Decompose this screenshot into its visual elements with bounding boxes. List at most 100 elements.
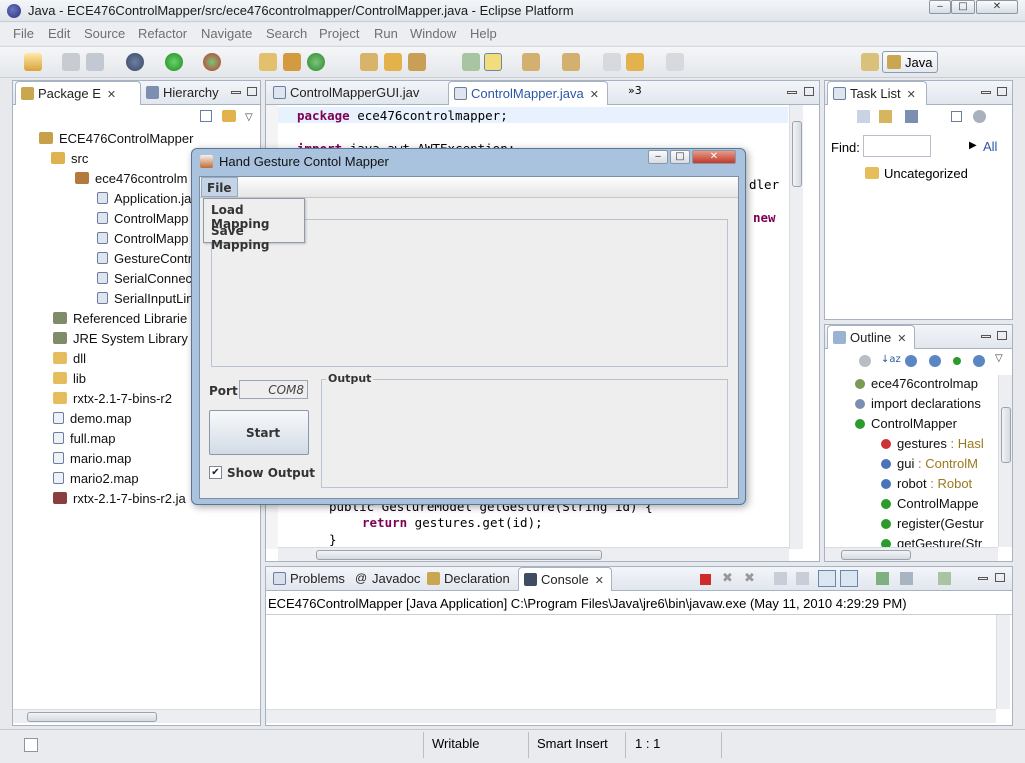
tree-item[interactable]: GestureContr xyxy=(97,251,192,266)
print-icon[interactable] xyxy=(86,53,104,71)
minimize-view-icon[interactable] xyxy=(231,91,241,94)
word-wrap-icon[interactable] xyxy=(818,570,836,587)
outline-hscroll[interactable] xyxy=(825,547,998,561)
menu-source[interactable]: Source xyxy=(84,26,125,41)
menu-window[interactable]: Window xyxy=(410,26,456,41)
forward-icon[interactable] xyxy=(666,53,684,71)
menu-run[interactable]: Run xyxy=(374,26,398,41)
minimize-button[interactable]: ‒ xyxy=(929,0,951,14)
prev-edit-icon[interactable] xyxy=(562,53,580,71)
tree-item[interactable]: mario2.map xyxy=(53,471,139,486)
hide-nonpublic-icon[interactable] xyxy=(929,355,941,367)
close-icon[interactable]: ✕ xyxy=(897,333,906,345)
port-input[interactable] xyxy=(239,380,308,399)
tab-declaration[interactable]: Declaration xyxy=(422,567,516,591)
tab-overflow-indicator[interactable]: »3 xyxy=(628,84,642,97)
menu-help[interactable]: Help xyxy=(470,26,497,41)
menu-refactor[interactable]: Refactor xyxy=(138,26,187,41)
editor-hscroll[interactable] xyxy=(278,547,789,561)
close-icon[interactable]: ✕ xyxy=(907,89,916,101)
outline-item[interactable]: robot : Robot xyxy=(881,476,972,491)
new-task-icon[interactable] xyxy=(857,110,870,123)
tree-item[interactable]: Application.ja xyxy=(97,191,191,206)
code-line-return[interactable]: return gestures.get(id); xyxy=(362,515,543,530)
tab-package-explorer[interactable]: Package E ✕ xyxy=(15,81,141,105)
new-java-project-icon[interactable] xyxy=(259,53,277,71)
tab-hierarchy[interactable]: Hierarchy xyxy=(141,81,231,105)
minimize-view-icon[interactable] xyxy=(787,91,797,94)
outline-item[interactable]: import declarations xyxy=(855,396,981,411)
new-class-icon[interactable] xyxy=(307,53,325,71)
minimize-view-icon[interactable] xyxy=(981,91,991,94)
tree-item[interactable]: SerialInputLin xyxy=(97,291,194,306)
tree-item[interactable]: ControlMapp xyxy=(97,211,188,226)
categorize-icon[interactable] xyxy=(879,110,892,123)
tree-item[interactable]: ece476controlm xyxy=(75,171,188,186)
show-output-checkbox[interactable]: ✔ xyxy=(209,466,222,479)
scroll-thumb[interactable] xyxy=(316,550,602,560)
tab-javadoc[interactable]: @ Javadoc xyxy=(350,567,420,591)
new-package-icon[interactable] xyxy=(283,53,301,71)
maximize-view-icon[interactable] xyxy=(997,331,1007,340)
code-fragment-keyword[interactable]: new xyxy=(753,210,776,225)
scroll-thumb[interactable] xyxy=(841,550,911,560)
pin-console-icon[interactable] xyxy=(876,572,889,585)
collapse-all-icon[interactable] xyxy=(951,111,962,122)
open-perspective-icon[interactable] xyxy=(861,53,879,71)
menu-file[interactable]: File xyxy=(13,26,34,41)
menu-item-save-mapping[interactable]: Save Mapping xyxy=(211,224,304,252)
tree-item[interactable]: Referenced Librarie xyxy=(53,311,187,326)
remove-launch-icon[interactable]: ✖ xyxy=(722,571,733,586)
tree-item[interactable]: SerialConnec xyxy=(97,271,192,286)
code-fragment[interactable]: dler xyxy=(749,177,779,192)
show-output-label[interactable]: Show Output xyxy=(227,466,315,480)
fast-view-icon[interactable] xyxy=(24,738,38,752)
package-explorer-hscroll[interactable] xyxy=(13,709,260,723)
menu-search[interactable]: Search xyxy=(266,26,307,41)
tab-outline[interactable]: Outline ✕ xyxy=(827,325,915,349)
next-edit-icon[interactable] xyxy=(522,53,540,71)
tab-controlmapper[interactable]: ControlMapper.java ✕ xyxy=(448,81,608,105)
terminate-icon[interactable] xyxy=(700,574,711,585)
scroll-thumb[interactable] xyxy=(27,712,157,722)
tab-task-list[interactable]: Task List ✕ xyxy=(827,81,927,105)
triangle-right-icon[interactable]: ▶ xyxy=(969,140,977,151)
menu-project[interactable]: Project xyxy=(319,26,359,41)
dialog-minimize-button[interactable]: ‒ xyxy=(648,150,668,164)
console-hscroll[interactable] xyxy=(266,709,996,723)
tree-item[interactable]: src xyxy=(51,151,88,166)
console-vscroll[interactable] xyxy=(996,615,1010,709)
dialog-menu-file[interactable]: File xyxy=(201,177,238,197)
close-window-button[interactable]: ✕ xyxy=(976,0,1018,14)
open-type-icon[interactable] xyxy=(360,53,378,71)
display-console-icon[interactable] xyxy=(900,572,913,585)
task-find-input[interactable] xyxy=(863,135,931,157)
outline-item[interactable]: gestures : Hasl xyxy=(881,436,984,451)
tab-console[interactable]: Console ✕ xyxy=(518,567,612,591)
tree-item[interactable]: dll xyxy=(53,351,86,366)
code-line-brace[interactable]: } xyxy=(329,532,337,547)
outline-item[interactable]: ece476controlmap xyxy=(855,376,978,391)
hide-static-icon[interactable] xyxy=(905,355,917,367)
save-icon[interactable] xyxy=(62,53,80,71)
scroll-thumb[interactable] xyxy=(792,121,802,187)
tree-item[interactable]: JRE System Library xyxy=(53,331,188,346)
minimize-view-icon[interactable] xyxy=(978,577,988,580)
scroll-lock-icon[interactable] xyxy=(796,572,809,585)
close-icon[interactable]: ✕ xyxy=(595,575,604,587)
link-editor-icon[interactable] xyxy=(222,110,236,122)
dialog-close-button[interactable]: ✕ xyxy=(692,150,736,164)
filter-icon[interactable] xyxy=(905,110,918,123)
scroll-thumb[interactable] xyxy=(1001,407,1011,463)
clear-console-icon[interactable] xyxy=(774,572,787,585)
remove-all-icon[interactable]: ✖ xyxy=(744,571,755,586)
outline-item[interactable]: gui : ControlM xyxy=(881,456,978,471)
maximize-view-icon[interactable] xyxy=(247,87,257,96)
tab-controlmappergui[interactable]: ControlMapperGUI.jav xyxy=(268,81,444,105)
view-menu-icon[interactable]: ▽ xyxy=(245,112,253,123)
green-dot-icon[interactable] xyxy=(953,357,961,365)
show-on-output-icon[interactable] xyxy=(840,570,858,587)
all-link[interactable]: All xyxy=(983,139,997,154)
task-category-item[interactable]: Uncategorized xyxy=(884,166,968,181)
close-icon[interactable]: ✕ xyxy=(590,89,599,101)
